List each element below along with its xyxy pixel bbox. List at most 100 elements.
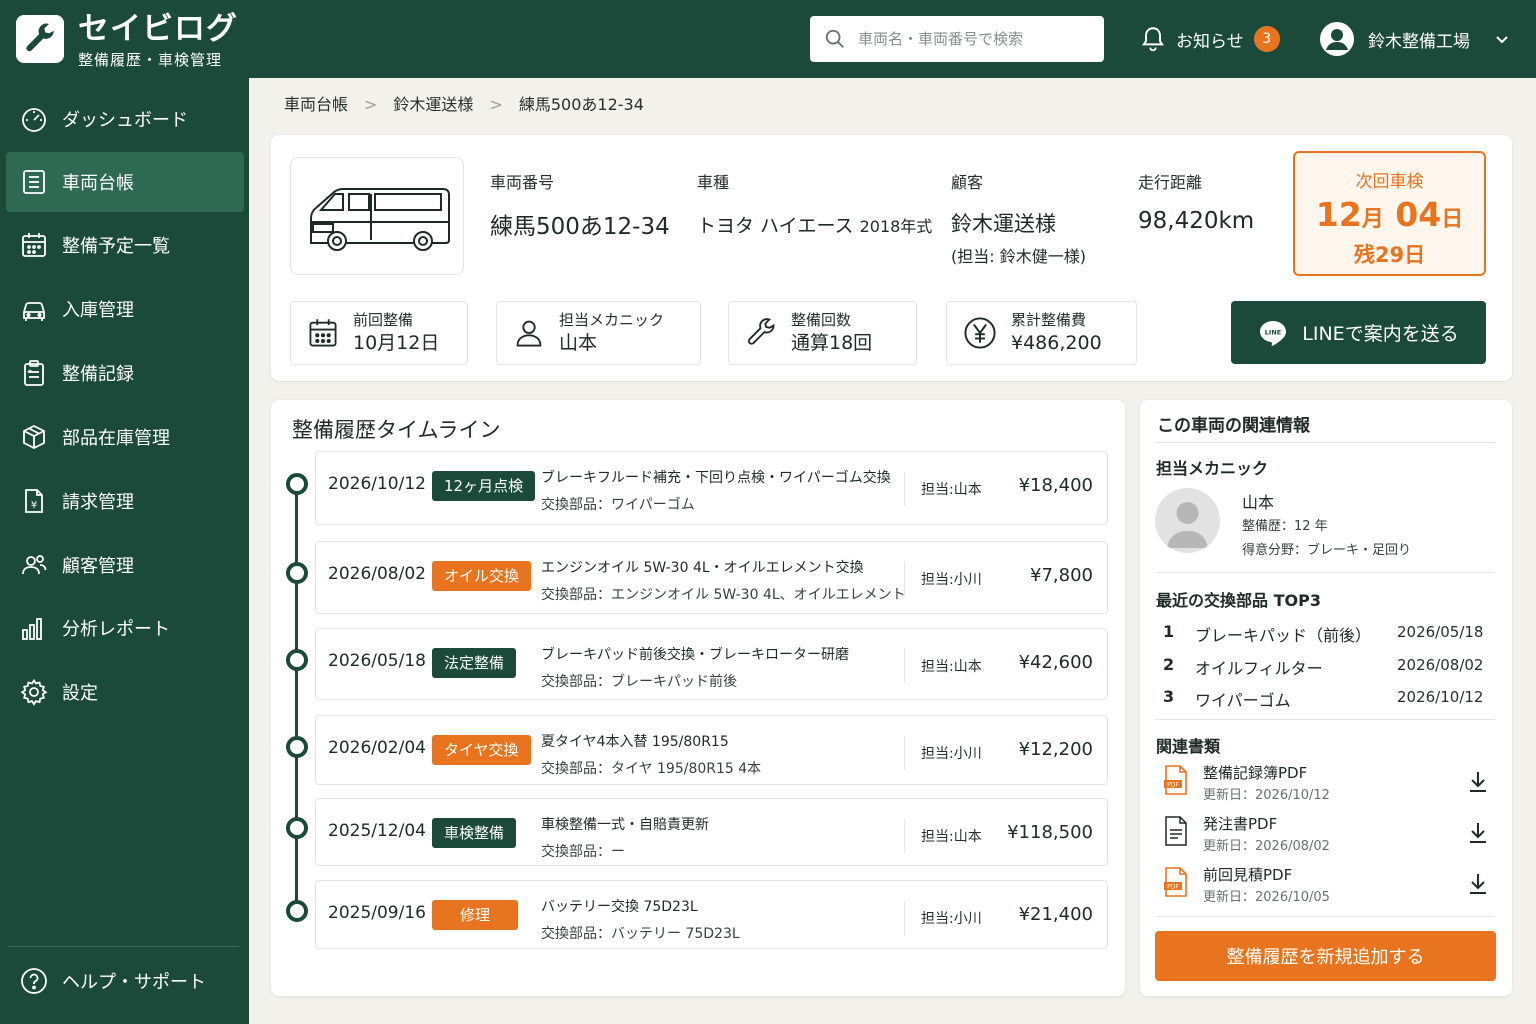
mileage-value: 98,420km (1138, 208, 1255, 234)
stat-total-cost: 累計整備費 ¥486,200 (946, 301, 1137, 365)
stat-mechanic: 担当メカニック 山本 (496, 301, 701, 365)
breadcrumb-separator: > (364, 95, 378, 114)
plate-number: 練馬500あ12-34 (490, 214, 670, 240)
sidebar-item-label: 整備記録 (62, 364, 134, 385)
model-year: 2018年式 (859, 217, 933, 236)
entry-amount: ¥42,600 (1018, 652, 1093, 673)
avatar-placeholder-icon (1167, 502, 1208, 548)
send-line-label: LINEで案内を送る (1302, 323, 1459, 345)
entry-description: ブレーキフルード補充・下回り点検・ワイパーゴム交換 (541, 470, 891, 486)
sidebar-item-settings[interactable]: 設定 (6, 662, 244, 722)
sidebar-item-vehicle-ledger[interactable]: 車両台帳 (6, 152, 244, 212)
sidebar-item-intake[interactable]: 入庫管理 (6, 279, 244, 339)
help-icon (21, 968, 47, 994)
stat-service-count: 整備回数 通算18回 (728, 301, 917, 365)
document-name[interactable]: 前回見積PDF (1203, 864, 1292, 885)
mechanic-specialty: 得意分野：ブレーキ・足回り (1242, 543, 1412, 558)
app-logo[interactable] (16, 15, 64, 63)
mileage-label: 走行距離 (1138, 173, 1203, 192)
inspection-day-unit: 日 (1441, 207, 1464, 232)
entry-description: バッテリー交換 75D23L (541, 899, 698, 915)
mechanic-section-title: 担当メカニック (1156, 459, 1269, 478)
document-updated: 更新日：2026/08/02 (1203, 839, 1330, 854)
person-icon (516, 320, 542, 347)
top-part-rank: 2 (1163, 655, 1175, 674)
sidebar-item-analytics[interactable]: 分析レポート (6, 598, 244, 658)
timeline-entry[interactable]: 2026/02/04 タイヤ交換 夏タイヤ4本入替 195/80R15 交換部品… (315, 715, 1108, 785)
sidebar-item-customers[interactable]: 顧客管理 (6, 535, 244, 595)
download-icon[interactable] (1467, 821, 1489, 845)
sidebar-item-maintenance-records[interactable]: 整備記録 (6, 343, 244, 403)
entry-description: ブレーキパッド前後交換・ブレーキローター研磨 (541, 647, 849, 663)
top-part-rank: 1 (1163, 622, 1175, 641)
customer-name[interactable]: 鈴木運送様 (951, 208, 1056, 238)
model-name: トヨタ ハイエース (697, 215, 854, 237)
entry-staff: 担当:山本 (921, 659, 982, 675)
breadcrumb-item[interactable]: 鈴木運送様 (393, 92, 473, 118)
sidebar-item-label: 顧客管理 (62, 556, 134, 577)
app-header: セイビログ 整備履歴・車検管理 お知らせ 3 鈴木整備工場 (0, 0, 1536, 78)
next-inspection-box: 次回車検 12月 04日 残29日 (1293, 151, 1486, 276)
inspection-month: 12 (1315, 195, 1362, 234)
timeline-entry[interactable]: 2026/10/12 12ヶ月点検 ブレーキフルード補充・下回り点検・ワイパーゴ… (315, 451, 1108, 525)
pdf-icon: PDF (1164, 765, 1187, 795)
top-part-date: 2026/08/02 (1397, 656, 1484, 674)
download-icon[interactable] (1467, 770, 1489, 794)
timeline-entry[interactable]: 2025/12/04 車検整備 車検整備一式・自賠責更新 交換部品：ー 担当:山… (315, 798, 1108, 866)
timeline-dot (286, 473, 308, 495)
entry-divider (904, 736, 905, 770)
timeline-entry[interactable]: 2025/09/16 修理 バッテリー交換 75D23L 交換部品：バッテリー … (315, 880, 1108, 949)
timeline-dot (286, 562, 308, 584)
add-maintenance-record-button[interactable]: 整備履歴を新規追加する (1155, 931, 1496, 981)
document-name[interactable]: 整備記録簿PDF (1203, 762, 1307, 783)
days-remaining: 残29日 (1353, 243, 1426, 267)
entry-staff: 担当:山本 (921, 829, 982, 845)
search-input[interactable] (858, 30, 1078, 48)
mechanic-name: 山本 (1242, 493, 1275, 512)
timeline-entry[interactable]: 2026/05/18 法定整備 ブレーキパッド前後交換・ブレーキローター研磨 交… (315, 628, 1108, 700)
sidebar-item-parts-inventory[interactable]: 部品在庫管理 (6, 407, 244, 467)
sidebar-item-label: ヘルプ・サポート (62, 972, 206, 993)
document-name[interactable]: 発注書PDF (1203, 813, 1277, 834)
section-divider (1155, 572, 1495, 573)
notifications-label: お知らせ (1176, 31, 1244, 52)
notifications[interactable]: お知らせ 3 (1140, 22, 1280, 56)
entry-tag: 車検整備 (432, 818, 517, 848)
sidebar-item-billing[interactable]: ¥ 請求管理 (6, 471, 244, 531)
timeline-entry[interactable]: 2026/08/02 オイル交換 エンジンオイル 5W-30 4L・オイルエレメ… (315, 541, 1108, 614)
sidebar-item-dashboard[interactable]: ダッシュボード (6, 89, 244, 149)
entry-divider (904, 649, 905, 683)
app-name: セイビログ (78, 11, 238, 47)
download-icon[interactable] (1467, 872, 1489, 896)
bar-chart-icon (22, 618, 42, 640)
search-box[interactable] (810, 16, 1104, 62)
entry-tag: 法定整備 (432, 648, 517, 678)
entry-parts: 交換部品：バッテリー 75D23L (541, 926, 740, 942)
entry-amount: ¥118,500 (1007, 822, 1093, 843)
gear-icon (20, 678, 48, 706)
stat-value: ¥486,200 (1011, 332, 1102, 354)
breadcrumb-item[interactable]: 車両台帳 (284, 92, 348, 118)
entry-date: 2026/10/12 (328, 474, 426, 494)
sidebar-item-schedule[interactable]: 整備予定一覧 (6, 215, 244, 275)
breadcrumb-separator: > (489, 95, 503, 114)
sidebar-divider (8, 946, 239, 947)
entry-date: 2026/02/04 (328, 738, 426, 758)
documents-section-title: 関連書類 (1156, 737, 1221, 756)
user-menu[interactable]: 鈴木整備工場 (1320, 20, 1510, 58)
top-parts-section-title: 最近の交換部品 TOP3 (1156, 591, 1321, 610)
stat-value: 通算18回 (791, 332, 873, 354)
top-part-date: 2026/05/18 (1397, 623, 1484, 641)
inspection-day: 04 (1395, 195, 1442, 234)
entry-date: 2026/05/18 (328, 651, 426, 671)
document-updated: 更新日：2026/10/05 (1203, 890, 1330, 905)
send-line-button[interactable]: LINE LINEで案内を送る (1231, 301, 1486, 364)
sidebar-item-help[interactable]: ヘルプ・サポート (6, 951, 244, 1011)
entry-tag: 12ヶ月点検 (432, 471, 536, 501)
users-icon (22, 555, 47, 575)
model-label: 車種 (697, 173, 730, 192)
wrench-icon (747, 318, 775, 345)
user-avatar-icon (1320, 22, 1354, 56)
calendar-icon (22, 233, 46, 257)
van-icon (310, 188, 450, 251)
